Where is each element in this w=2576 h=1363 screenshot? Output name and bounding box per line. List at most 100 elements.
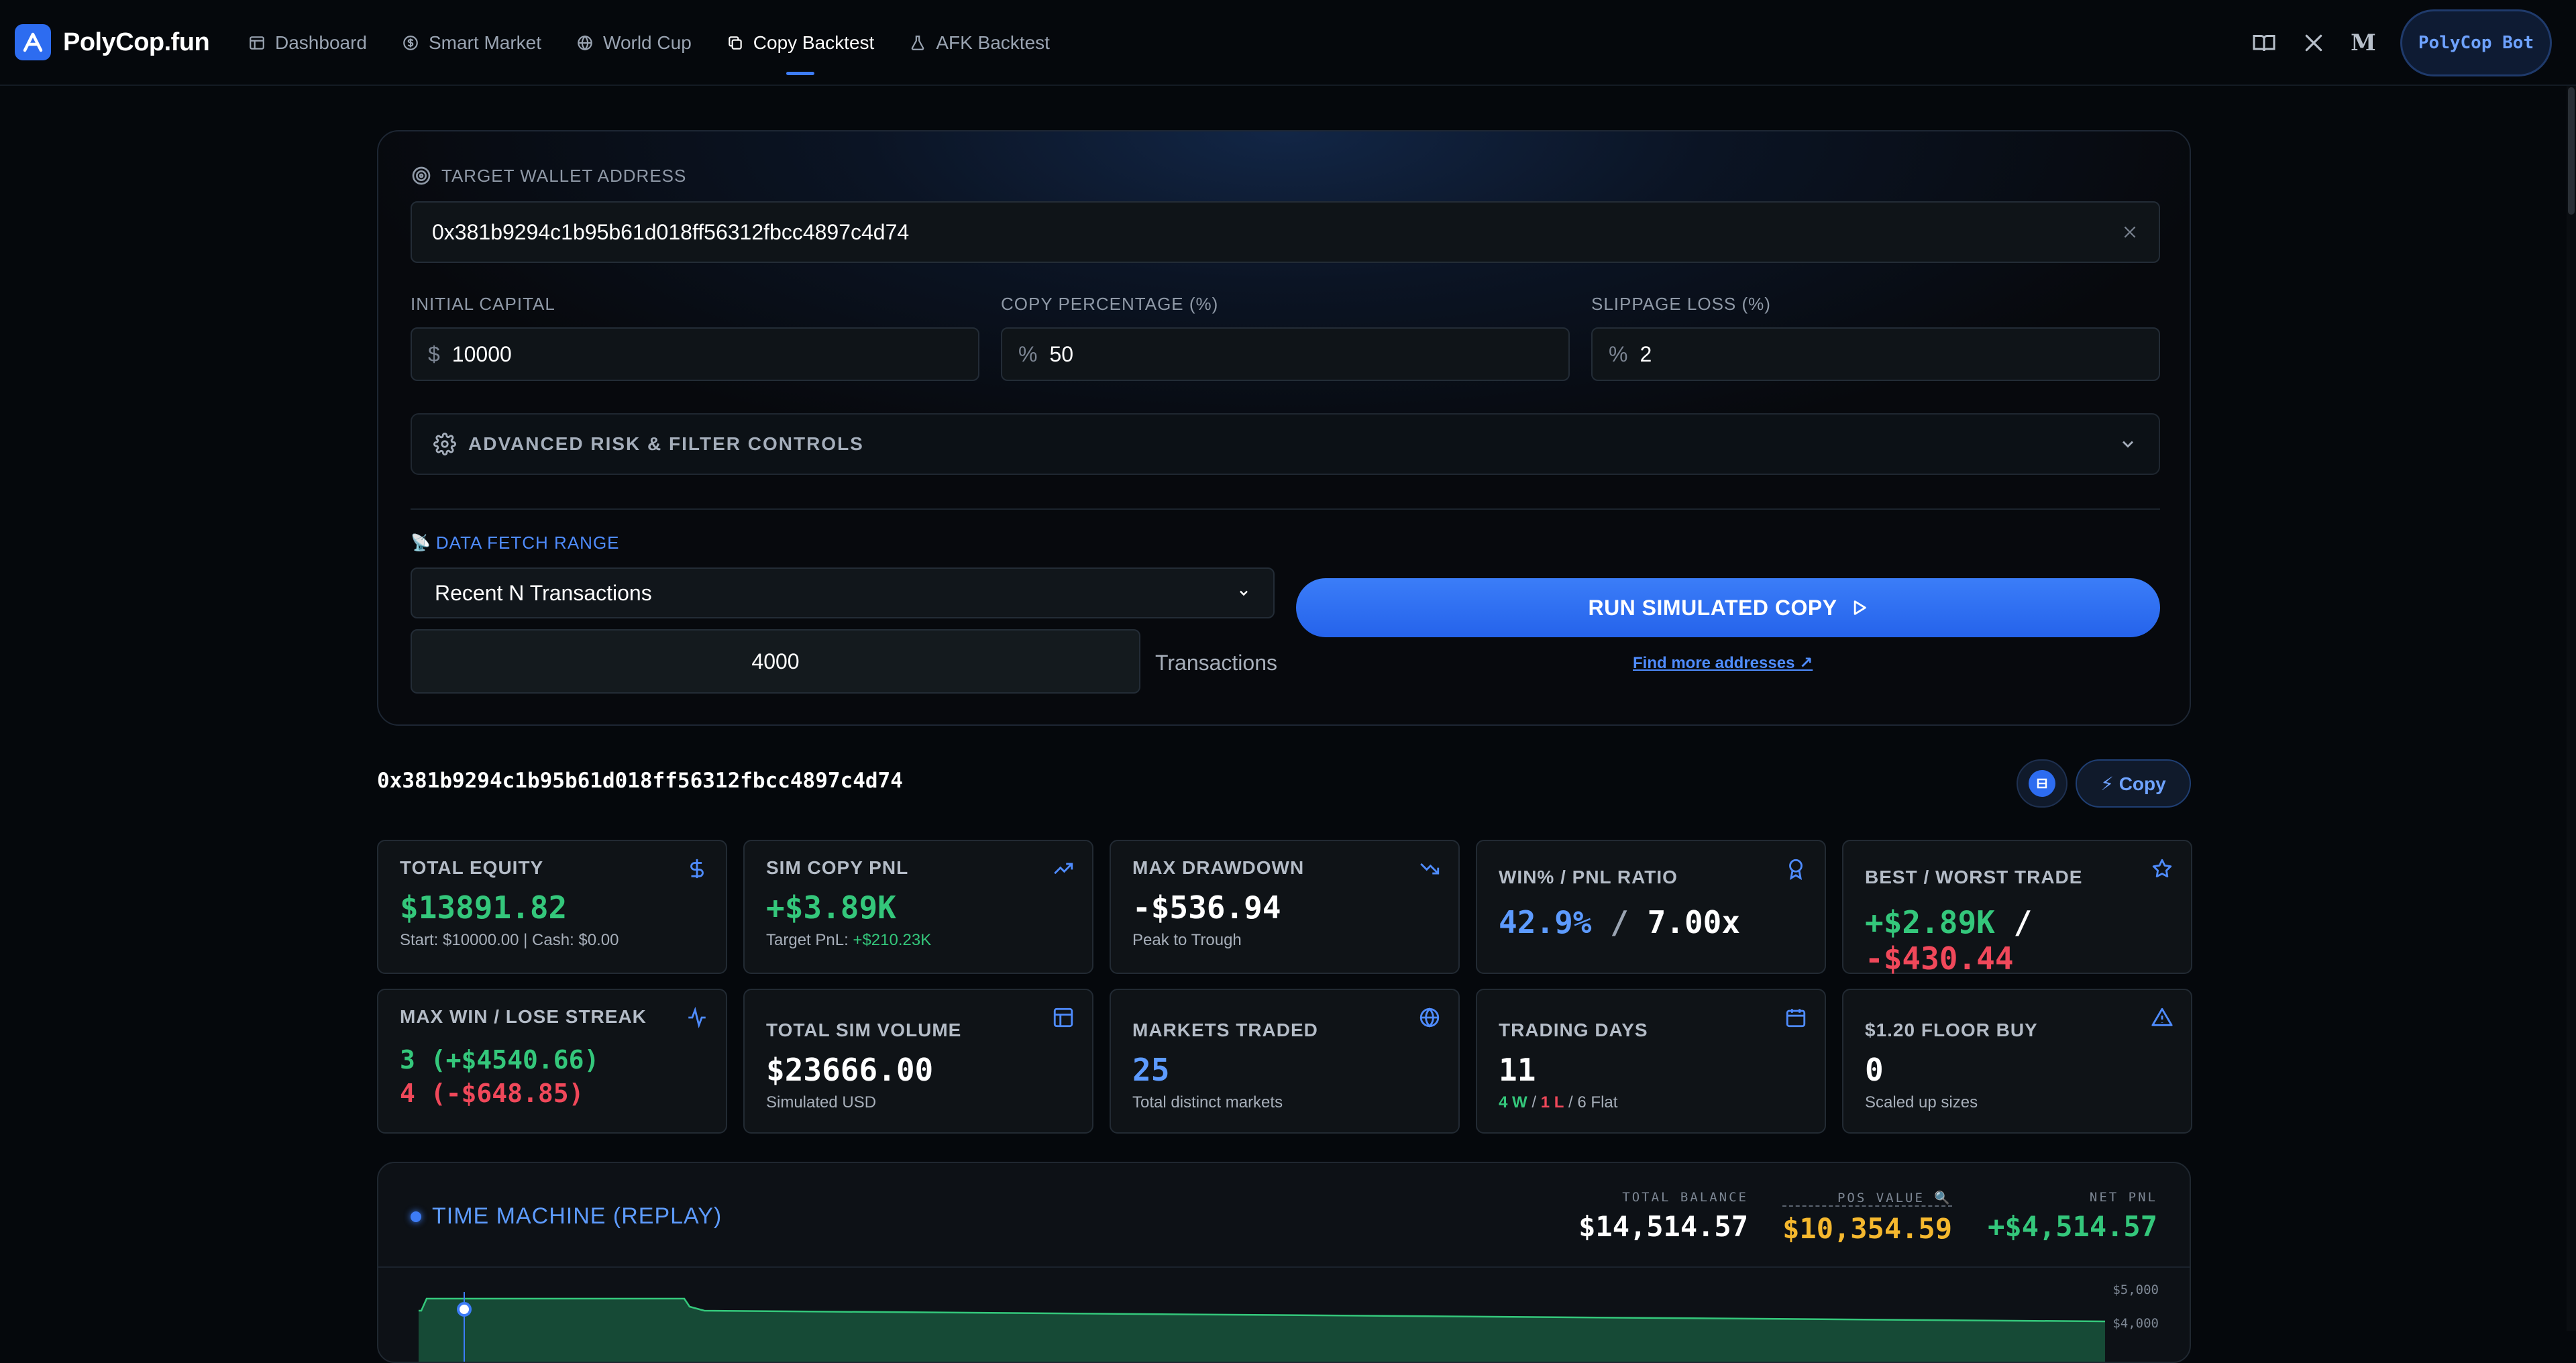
transaction-count-value: 4000 [751, 649, 800, 673]
stat-value: +$3.89K [766, 889, 896, 926]
replay-area [419, 1299, 2105, 1362]
scrollbar-thumb[interactable] [2568, 87, 2575, 215]
copy-address-button[interactable]: ⚡ Copy [2076, 759, 2191, 808]
nav-link-smart-market[interactable]: Smart Market [384, 0, 559, 86]
max-win-streak: 3 (+$4540.66) [400, 1045, 600, 1075]
brand[interactable]: PolyCop.fun [15, 24, 210, 60]
stat-value: $13891.82 [400, 889, 568, 926]
x-logo-icon[interactable] [2301, 30, 2326, 56]
stat-value: 11 [1499, 1052, 1536, 1088]
chevron-down-icon [2122, 441, 2134, 448]
trending-down-icon [1420, 863, 1440, 875]
target-icon [412, 166, 431, 185]
initial-capital-input[interactable]: $ 10000 [411, 327, 979, 381]
advanced-controls-toggle[interactable]: ADVANCED RISK & FILTER CONTROLS [411, 413, 2160, 475]
dashboard-icon [250, 36, 264, 50]
run-simulated-copy-button[interactable]: RUN SIMULATED COPY [1296, 578, 2160, 637]
stat-card-max-drawdown: MAX DRAWDOWN -$536.94 Peak to Trough [1110, 840, 1460, 974]
dollar-coin-icon [403, 36, 418, 50]
star-icon [2152, 859, 2172, 878]
stat-card-best-worst-trade: BEST / WORST TRADE +$2.89K / -$430.44 [1842, 840, 2192, 977]
target-wallet-label: TARGET WALLET ADDRESS [441, 165, 687, 186]
target-pnl-value: +$210.23K [853, 931, 932, 949]
transaction-count-input[interactable]: 4000 [411, 629, 1140, 694]
stat-title: SIM COPY PNL [766, 857, 909, 878]
brand-logo-icon [15, 24, 51, 60]
selected-address: 0x381b9294c1b95b61d018ff56312fbcc4897c4d… [377, 769, 903, 793]
copy-percentage-label: COPY PERCENTAGE (%) [1001, 294, 1219, 314]
book-icon[interactable] [2251, 30, 2277, 56]
stat-value: -$536.94 [1132, 889, 1281, 926]
top-nav: PolyCop.fun Dashboard Smart Market World… [0, 0, 2576, 86]
globe-icon [578, 35, 592, 51]
award-icon [1789, 859, 1803, 880]
target-pnl-label: Target PnL: [766, 931, 853, 949]
copy-percentage-input[interactable]: % 50 [1001, 327, 1570, 381]
target-wallet-input[interactable]: 0x381b9294c1b95b61d018ff56312fbcc4897c4d… [411, 201, 2160, 263]
value-separator: / [1568, 1093, 1573, 1111]
nav-link-label: AFK Backtest [936, 32, 1050, 53]
calendar-icon [1786, 1009, 1806, 1028]
nav-link-afk-backtest[interactable]: AFK Backtest [892, 0, 1067, 86]
run-button-label: RUN SIMULATED COPY [1588, 595, 1837, 620]
dollar-icon [690, 859, 704, 879]
nav-link-copy-backtest[interactable]: Copy Backtest [709, 0, 892, 86]
nav-link-world-cup[interactable]: World Cup [559, 0, 709, 86]
stat-title: MAX DRAWDOWN [1132, 857, 1305, 878]
transactions-unit-label: Transactions [1155, 651, 1277, 675]
slippage-value: 2 [1640, 341, 1652, 366]
replay-cursor-point[interactable] [457, 1302, 472, 1317]
stat-value: +$2.89K / -$430.44 [1865, 904, 2169, 977]
play-icon [1854, 600, 1866, 615]
medium-icon[interactable]: M [2351, 30, 2376, 56]
nav-links: Dashboard Smart Market World Cup Copy Ba… [231, 0, 1067, 86]
stat-title: TRADING DAYS [1499, 1020, 1648, 1040]
stat-value: 42.9% / 7.00x [1499, 904, 1803, 940]
stat-card-total-sim-volume: TOTAL SIM VOLUME $23666.00 Simulated USD [743, 989, 1093, 1134]
stat-value: $23666.00 [766, 1052, 934, 1088]
stat-card-floor-buy: $1.20 FLOOR BUY 0 Scaled up sizes [1842, 989, 2192, 1134]
backtest-form-card: TARGET WALLET ADDRESS 0x381b9294c1b95b61… [377, 130, 2191, 726]
replay-chart[interactable] [378, 1163, 2191, 1363]
stat-value: 0 [1865, 1052, 1884, 1088]
stat-sub: Target PnL: +$210.23K [766, 931, 1071, 950]
wallet-view-button[interactable] [2017, 759, 2068, 808]
win-rate-value: 42.9% [1499, 904, 1592, 940]
clear-icon[interactable] [2121, 223, 2139, 241]
divider [411, 508, 2160, 510]
nav-link-dashboard[interactable]: Dashboard [231, 0, 384, 86]
nav-right: M PolyCop Bot [2251, 9, 2552, 76]
flat-days: 6 Flat [1577, 1093, 1618, 1111]
slippage-label: SLIPPAGE LOSS (%) [1591, 294, 1771, 314]
time-machine-panel: TIME MACHINE (REPLAY) TOTAL BALANCE $14,… [377, 1162, 2191, 1363]
win-days: 4 W [1499, 1093, 1527, 1111]
stat-title: TOTAL EQUITY [400, 857, 544, 878]
data-range-select[interactable]: Recent N Transactions [411, 567, 1275, 618]
currency-prefix: $ [428, 341, 440, 366]
flask-icon [912, 36, 924, 50]
nav-link-label: Copy Backtest [753, 32, 875, 53]
target-label-row: TARGET WALLET ADDRESS [411, 165, 686, 186]
stat-title: TOTAL SIM VOLUME [766, 1020, 962, 1040]
stat-title: MAX WIN / LOSE STREAK [400, 1006, 647, 1027]
stat-card-sim-copy-pnl: SIM COPY PNL +$3.89K Target PnL: +$210.2… [743, 840, 1093, 974]
stat-title: BEST / WORST TRADE [1865, 867, 2083, 887]
initial-capital-label: INITIAL CAPITAL [411, 294, 555, 314]
chevron-down-icon [1240, 590, 1248, 596]
stat-card-trading-days: TRADING DAYS 11 4 W / 1 L / 6 Flat [1476, 989, 1826, 1134]
find-more-addresses-link[interactable]: Find more addresses ↗ [1633, 653, 1813, 673]
polycop-bot-button[interactable]: PolyCop Bot [2400, 9, 2552, 76]
stat-sub: Total distinct markets [1132, 1093, 1283, 1111]
percent-prefix: % [1609, 341, 1628, 366]
stat-sub: Simulated USD [766, 1093, 877, 1111]
stat-value: 25 [1132, 1052, 1170, 1088]
slippage-input[interactable]: % 2 [1591, 327, 2160, 381]
alert-triangle-icon [2151, 1007, 2173, 1026]
stat-title: WIN% / PNL RATIO [1499, 867, 1678, 887]
max-lose-streak: 4 (-$648.85) [400, 1079, 584, 1108]
brand-name: PolyCop.fun [63, 28, 210, 56]
initial-capital-value: 10000 [451, 341, 512, 366]
page-scrollbar[interactable] [2567, 86, 2576, 1331]
stat-sub: 4 W / 1 L / 6 Flat [1499, 1093, 1803, 1112]
stat-title: $1.20 FLOOR BUY [1865, 1020, 2038, 1040]
